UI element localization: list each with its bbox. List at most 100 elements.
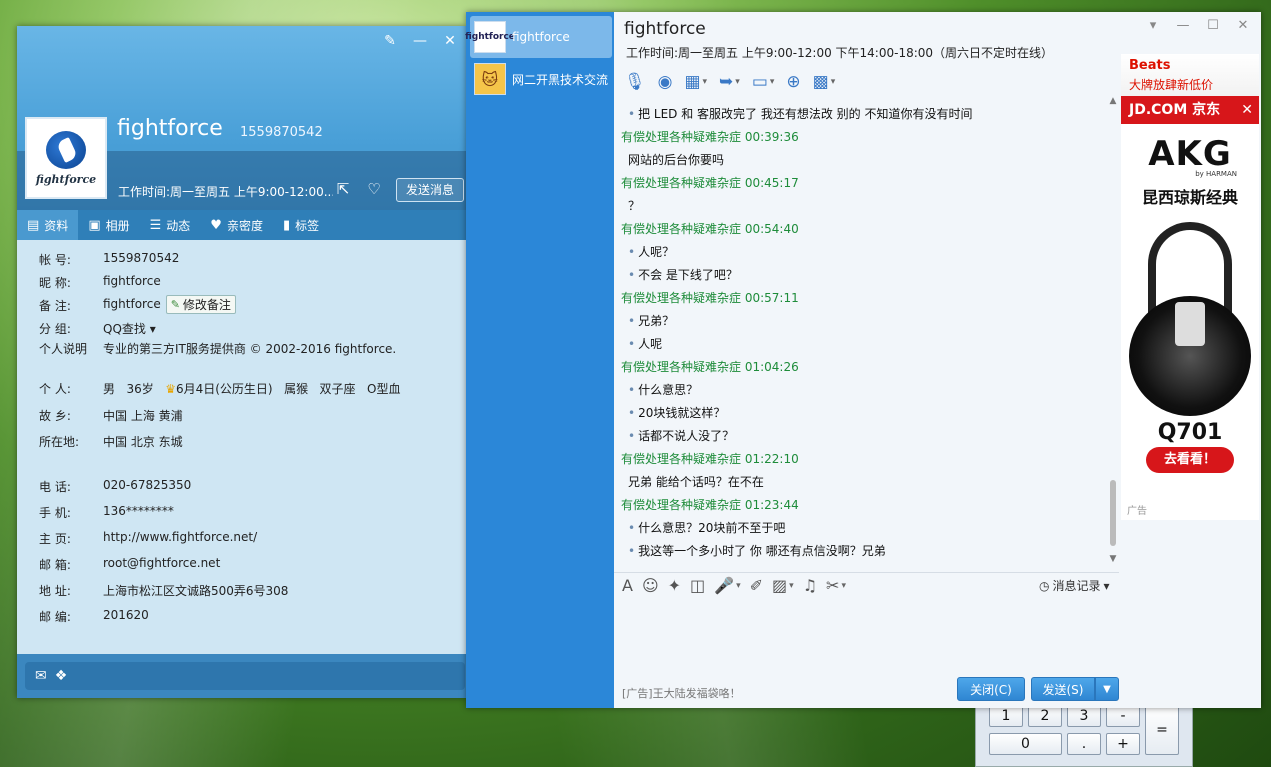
profile-window: ✎ — ✕ fightforce fightforce 1559870542 工… xyxy=(17,26,466,698)
message-text: ？ xyxy=(628,199,641,213)
ad-go-button[interactable]: 去看看！ xyxy=(1146,447,1234,473)
mail-icon[interactable]: ✉ xyxy=(35,668,47,684)
tab-label: 资料 xyxy=(44,218,69,233)
gender: 男 xyxy=(103,382,116,396)
shake-window-icon[interactable]: ◫ xyxy=(690,576,705,595)
field-zipcode: 邮 编: 201620 xyxy=(39,608,149,625)
send-button[interactable]: 发送(S) xyxy=(1031,677,1095,701)
scrollbar-thumb[interactable] xyxy=(1110,480,1116,546)
ad-model: Q701 xyxy=(1157,420,1223,445)
voice-call-icon[interactable]: 🎙 xyxy=(624,70,646,94)
message-text: 兄弟 能给个话吗？在不在 xyxy=(628,475,764,489)
care-heart-icon[interactable]: ♡ xyxy=(364,180,384,198)
minimize-icon[interactable]: — xyxy=(1171,18,1195,38)
calc-key-dot[interactable]: . xyxy=(1067,733,1101,755)
message-text: 20块钱就这样？ xyxy=(638,406,726,420)
screen-share-icon[interactable]: ▦ ▾ xyxy=(684,70,707,94)
tab-album[interactable]: ▣ 相册 xyxy=(78,210,139,240)
avatar[interactable]: fightforce xyxy=(25,117,107,199)
jd-advertisement[interactable]: Beats 大牌放肆新低价 JD.COM 京东 ✕ AKG by HARMAN … xyxy=(1121,54,1259,520)
skin-brush-icon[interactable]: ✎ xyxy=(378,30,402,52)
message-line: • 不会 是下线了吧？ xyxy=(628,266,738,283)
voice-message-icon[interactable]: 🎤 ▾ xyxy=(714,576,740,595)
field-location: 所在地: 中国 北京 东城 xyxy=(39,433,183,450)
send-options-chevron-icon[interactable]: ▼ xyxy=(1095,677,1119,701)
magic-wand-icon[interactable]: ✦ xyxy=(668,576,681,595)
message-text: 人呢 xyxy=(638,337,663,351)
ad-close-icon[interactable]: ✕ xyxy=(1241,96,1253,124)
field-hometown: 故 乡: 中国 上海 黄浦 xyxy=(39,407,183,424)
field-personal: 个 人: 男 36岁 ♛6月4日(公历生日) 属猴 双子座 O型血 xyxy=(39,380,400,397)
message-header: 有偿处理各种疑难杂症 00:39:36 xyxy=(621,130,799,144)
calc-key-0[interactable]: 0 xyxy=(989,733,1062,755)
music-icon[interactable]: ♫ xyxy=(803,576,817,595)
message-text: 什么意思？ xyxy=(638,383,699,397)
apps-grid-icon[interactable]: ▩ ▾ xyxy=(813,70,836,94)
create-group-icon[interactable]: ⊕ xyxy=(786,70,800,94)
scroll-down-icon[interactable]: ▼ xyxy=(1108,554,1118,564)
clock-icon: ◷ xyxy=(1039,578,1050,593)
minimize-icon[interactable]: — xyxy=(408,30,432,52)
field-description: 个人说明 专业的第三方IT服务提供商 © 2002-2016 fightforc… xyxy=(39,340,396,357)
doodle-icon[interactable]: ✐ xyxy=(750,576,763,595)
close-icon[interactable]: ✕ xyxy=(1231,18,1255,38)
calc-key-1[interactable]: 1 xyxy=(989,705,1023,727)
group-dropdown[interactable]: QQ查找 ▾ xyxy=(103,320,156,337)
edit-remark-label: 修改备注 xyxy=(182,298,231,312)
dropdown-icon[interactable]: ▾ xyxy=(1141,18,1165,38)
message-line: • 人呢 xyxy=(628,335,662,352)
tab-label: 动态 xyxy=(166,218,191,233)
message-header: 有偿处理各种疑难杂症 01:22:10 xyxy=(621,452,799,466)
screenshot-scissors-icon[interactable]: ✂ ▾ xyxy=(826,576,846,595)
footer-icons: ✉ ❖ xyxy=(35,668,67,684)
feed-icon: ☰ xyxy=(149,217,162,233)
emoji-icon[interactable]: ☺ xyxy=(642,576,659,595)
image-icon[interactable]: ▨ ▾ xyxy=(772,576,794,595)
profile-details: 帐 号: 1559870542 昵 称: fightforce 备 注: fig… xyxy=(17,240,466,654)
calc-key-3[interactable]: 3 xyxy=(1067,705,1101,727)
tab-intimacy[interactable]: ♥ 亲密度 xyxy=(200,210,273,240)
field-label: 故 乡: xyxy=(39,409,71,423)
message-input[interactable] xyxy=(614,600,1261,672)
conversation-item-group[interactable]: 🐱 网二开黑技术交流 xyxy=(470,58,612,100)
bullet-icon: • xyxy=(628,429,636,443)
scroll-up-icon[interactable]: ▲ xyxy=(1108,96,1118,106)
gift-icon[interactable]: ❖ xyxy=(55,668,68,684)
conversation-item-fightforce[interactable]: fightforce fightforce xyxy=(465,16,612,58)
history-label: 消息记录 xyxy=(1052,579,1101,593)
message-header: 有偿处理各种疑难杂症 00:45:17 xyxy=(621,176,799,190)
bullet-icon: • xyxy=(628,268,636,282)
message-scrollbar[interactable]: ▲ ▼ xyxy=(1108,96,1118,568)
tab-info[interactable]: ▤ 资料 xyxy=(17,210,79,240)
bullet-icon: • xyxy=(628,406,636,420)
calc-key-plus[interactable]: + xyxy=(1106,733,1140,755)
message-line: 网站的后台你要吗 xyxy=(628,151,724,168)
message-text: 人呢？ xyxy=(638,245,675,259)
maximize-icon[interactable]: ☐ xyxy=(1201,18,1225,38)
share-icon[interactable]: ⇱ xyxy=(333,180,353,198)
conversation-name: fightforce xyxy=(512,30,570,44)
tab-tags[interactable]: ▮ 标签 xyxy=(273,210,329,240)
field-account: 帐 号: 1559870542 xyxy=(39,251,179,268)
chat-title: fightforce xyxy=(624,19,706,39)
calc-key-equals[interactable]: = xyxy=(1145,705,1179,755)
file-transfer-icon[interactable]: ➥ ▾ xyxy=(719,70,740,94)
ad-text-link[interactable]: [广告]王大陆发福袋咯！ xyxy=(622,685,741,701)
field-value: 中国 上海 黄浦 xyxy=(103,409,183,423)
send-message-button[interactable]: 发送消息 xyxy=(396,178,464,202)
remote-desktop-icon[interactable]: ▭ ▾ xyxy=(752,70,775,94)
video-call-icon[interactable]: ◉ xyxy=(658,70,673,94)
close-button[interactable]: 关闭(C) xyxy=(957,677,1025,701)
ad-jd-label: JD.COM 京东 xyxy=(1129,102,1221,118)
close-icon[interactable]: ✕ xyxy=(438,30,462,52)
calc-key-2[interactable]: 2 xyxy=(1028,705,1062,727)
font-icon[interactable]: A xyxy=(622,576,633,595)
message-history-button[interactable]: ◷ 消息记录 ▾ xyxy=(1039,577,1110,594)
tab-feed[interactable]: ☰ 动态 xyxy=(140,210,201,240)
edit-icon: ✎ xyxy=(170,298,180,311)
calc-key-minus[interactable]: - xyxy=(1106,705,1140,727)
bookmark-icon: ▮ xyxy=(282,217,291,233)
homepage-link[interactable]: http://www.fightforce.net/ xyxy=(103,530,257,547)
edit-remark-button[interactable]: ✎ 修改备注 xyxy=(165,295,236,314)
field-label: 邮 编: xyxy=(39,610,71,624)
